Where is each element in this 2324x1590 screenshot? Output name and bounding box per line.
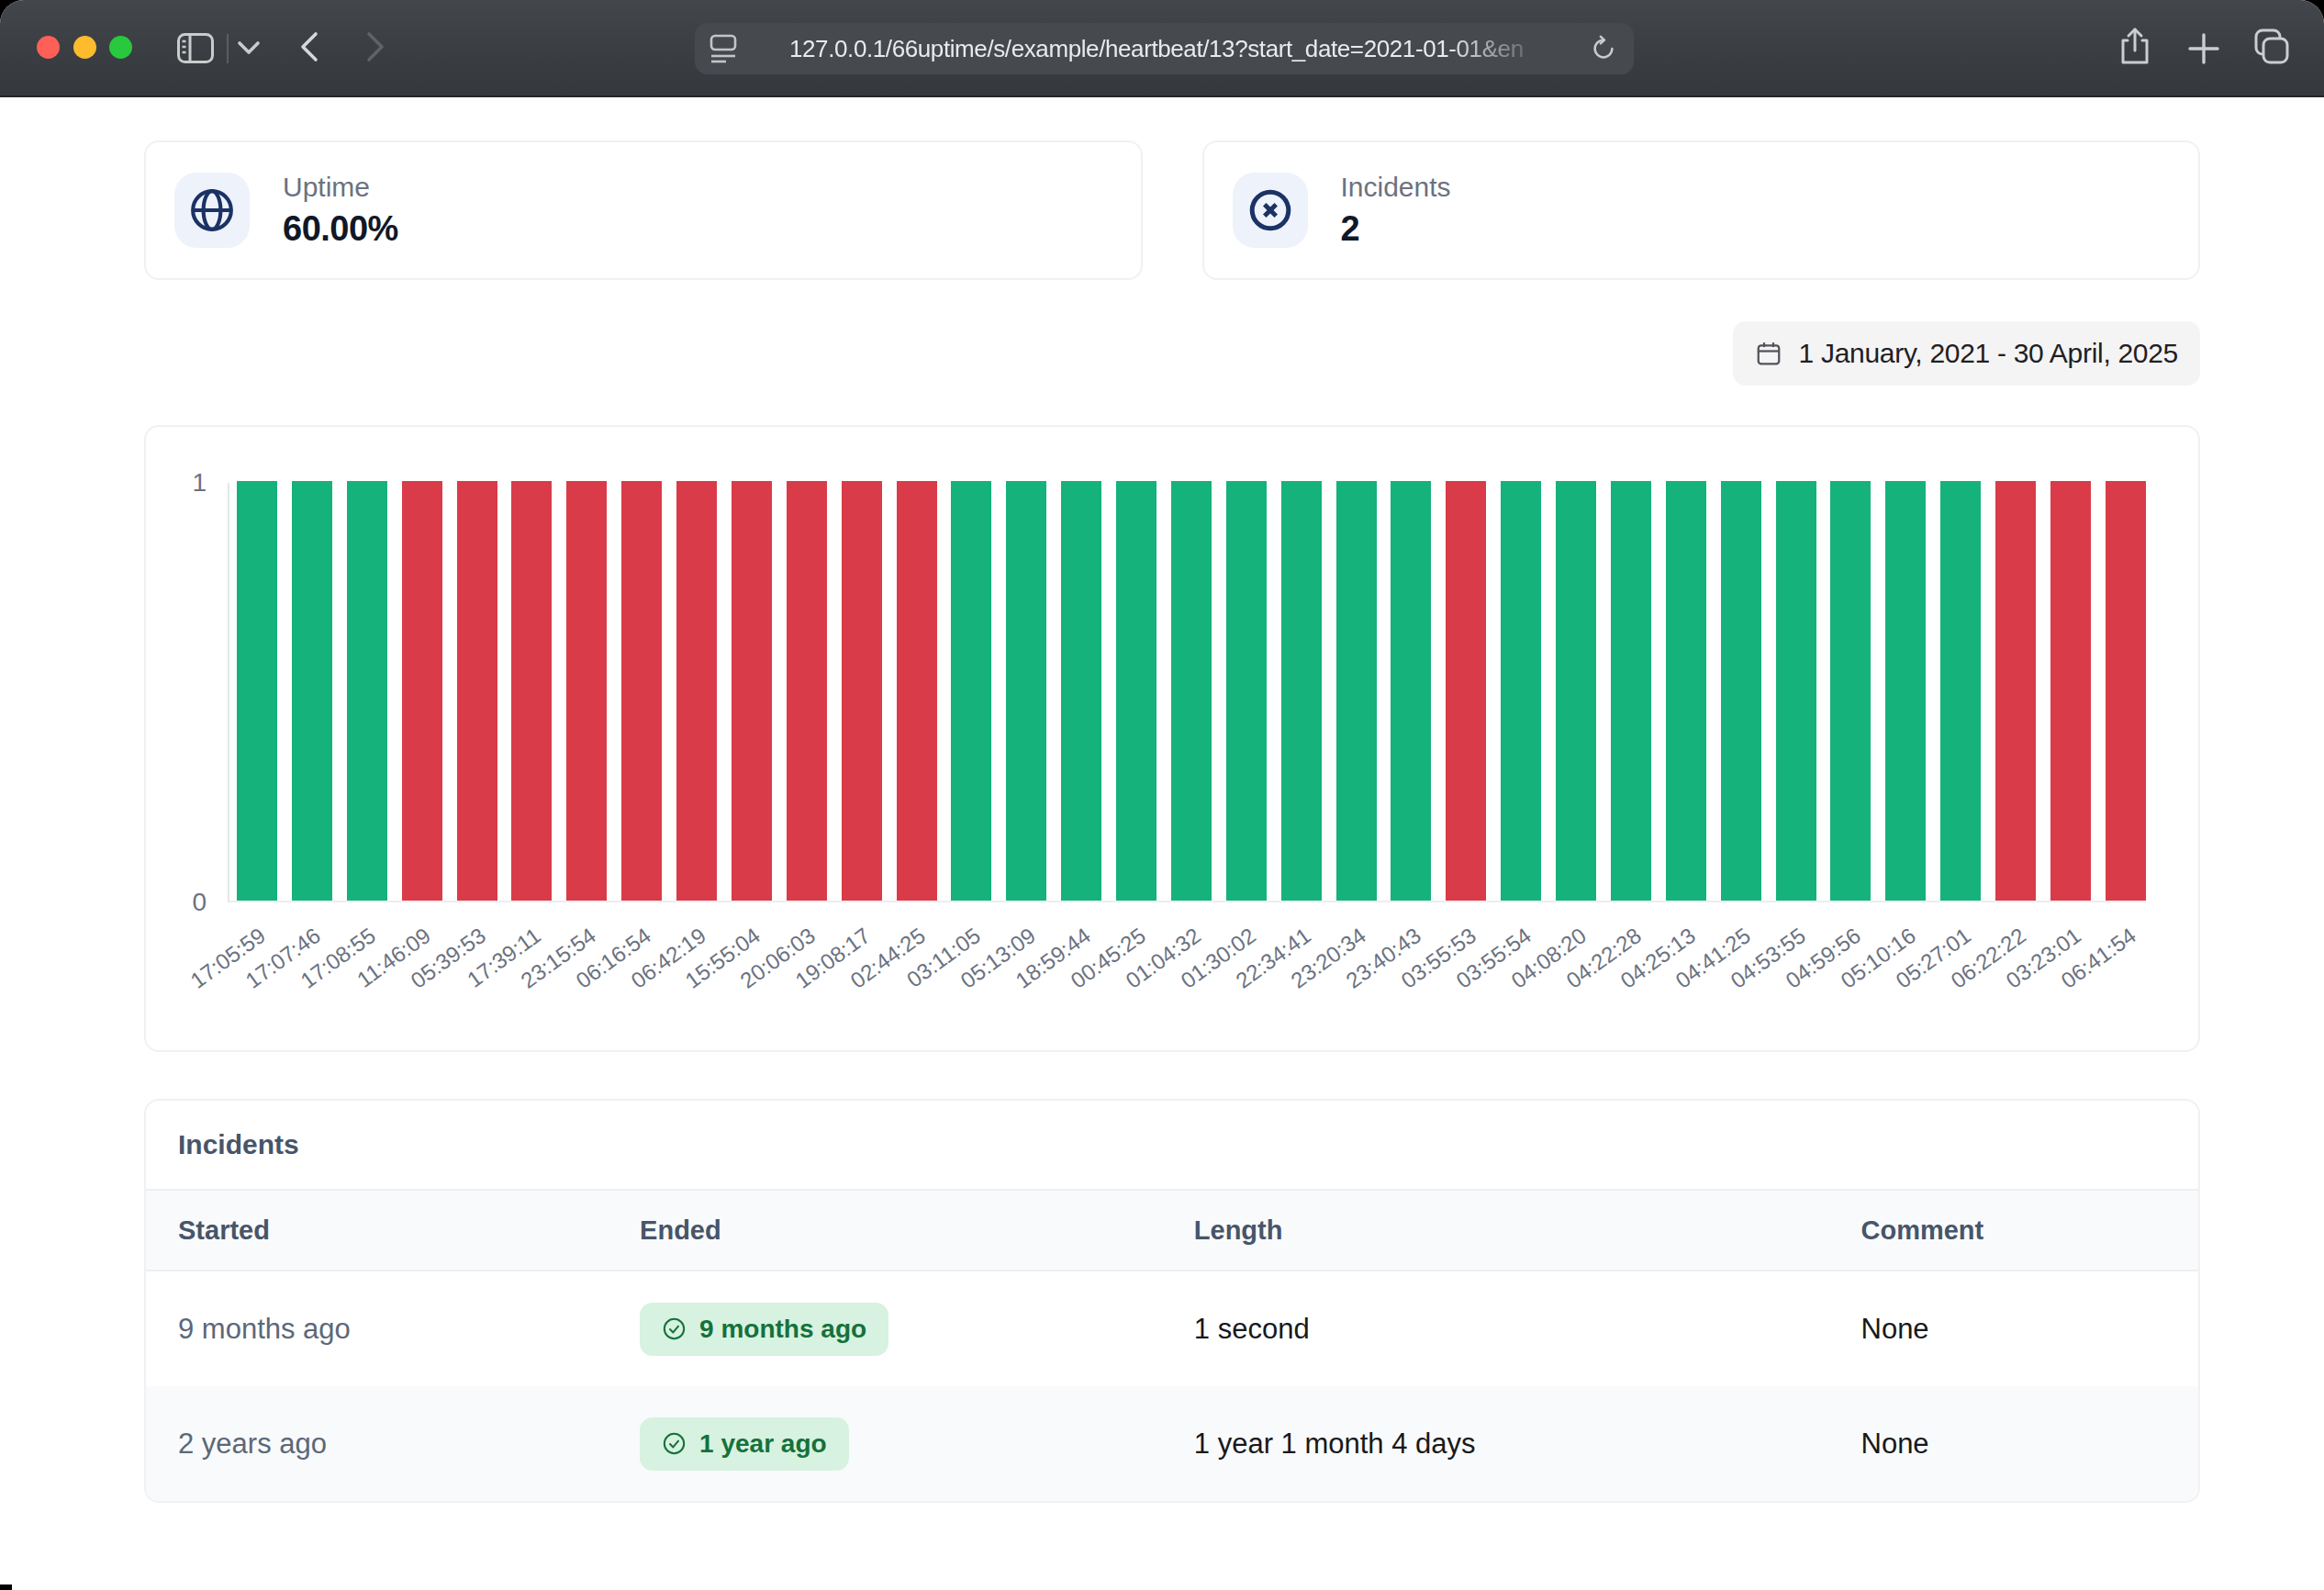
stats-row: Uptime 60.00% Incidents 2 [144,140,2200,280]
new-tab-icon[interactable] [2188,33,2219,64]
close-window-button[interactable] [37,36,60,59]
check-circle-icon [662,1431,687,1456]
incident-row: 2 years ago 1 year ago 1 year 1 month 4 da… [146,1386,2198,1501]
back-icon[interactable] [299,31,319,62]
incident-ended: 1 year ago [608,1386,1162,1501]
table-header-row: StartedEndedLengthComment [146,1190,2198,1271]
incidents-label: Incidents [1341,172,1451,203]
incidents-table-title: Incidents [146,1101,2198,1189]
heartbeat-bar[interactable] [292,481,332,901]
incident-length: 1 year 1 month 4 days [1162,1386,1829,1501]
heartbeat-bar[interactable] [1226,481,1267,901]
ended-badge: 9 months ago [640,1303,888,1356]
uptime-label: Uptime [283,172,398,203]
globe-icon [174,173,250,248]
incidents-card: Incidents 2 [1202,140,2201,280]
incidents-value: 2 [1341,209,1451,249]
browser-toolbar: 127.0.0.1/66uptime/s/example/heartbeat/1… [0,0,2324,97]
address-bar[interactable]: 127.0.0.1/66uptime/s/example/heartbeat/1… [695,23,1634,74]
date-range-label: 1 January, 2021 - 30 April, 2025 [1799,338,2178,369]
heartbeat-bar[interactable] [1776,481,1816,901]
forward-icon[interactable] [365,31,385,62]
tab-overview-icon[interactable] [2254,28,2289,65]
heartbeat-bar[interactable] [237,481,277,901]
heartbeat-bar[interactable] [1721,481,1761,901]
incident-comment: None [1829,1386,2199,1501]
column-header: Length [1162,1190,1829,1271]
minimize-window-button[interactable] [73,36,96,59]
heartbeat-bar[interactable] [347,481,387,901]
incident-started: 2 years ago [146,1386,608,1501]
heartbeat-bar[interactable] [457,481,497,901]
heartbeat-bar[interactable] [2050,481,2091,901]
calendar-icon [1755,340,1782,367]
url-text: 127.0.0.1/66uptime/s/example/heartbeat/1… [789,35,1547,63]
incidents-table-card: Incidents StartedEndedLengthComment 9 mo… [144,1099,2200,1503]
heartbeat-bar[interactable] [1830,481,1871,901]
browser-window: 127.0.0.1/66uptime/s/example/heartbeat/1… [0,0,2324,1590]
uptime-card: Uptime 60.00% [144,140,1143,280]
y-axis-tick-0: 0 [146,888,207,917]
page-settings-icon[interactable] [709,34,741,63]
heartbeat-bar[interactable] [1501,481,1541,901]
incident-started: 9 months ago [146,1271,608,1386]
heartbeat-bar[interactable] [1116,481,1156,901]
column-header: Comment [1829,1190,2199,1271]
incident-ended: 9 months ago [608,1271,1162,1386]
column-header: Started [146,1190,608,1271]
heartbeat-bar[interactable] [787,481,827,901]
heartbeat-bar[interactable] [1171,481,1212,901]
x-circle-icon [1233,173,1308,248]
incident-length: 1 second [1162,1271,1829,1386]
table-body: 9 months ago9 months ago1 secondNone2 ye… [146,1271,2198,1501]
heartbeat-bar[interactable] [1885,481,1926,901]
heartbeat-bar[interactable] [511,481,552,901]
heartbeat-bar[interactable] [732,481,772,901]
heartbeat-bar[interactable] [566,481,607,901]
bar-chart-plot [228,483,2146,902]
heartbeat-bar[interactable] [951,481,991,901]
date-range-row: 1 January, 2021 - 30 April, 2025 [144,321,2200,386]
share-icon[interactable] [2118,27,2151,67]
incident-comment: None [1829,1271,2199,1386]
heartbeat-bar[interactable] [842,481,882,901]
y-axis-tick-1: 1 [146,468,207,498]
toolbar-divider [227,34,229,63]
heartbeat-bar[interactable] [1061,481,1101,901]
incident-row: 9 months ago 9 months ago 1 secondNone [146,1271,2198,1386]
heartbeat-bar[interactable] [1446,481,1486,901]
ended-badge: 1 year ago [640,1417,849,1471]
check-circle-icon [662,1316,687,1341]
incidents-table: StartedEndedLengthComment 9 months ago9 … [146,1189,2198,1501]
heartbeat-bar[interactable] [1995,481,2036,901]
heartbeat-bar[interactable] [621,481,662,901]
heartbeat-bar[interactable] [2106,481,2146,901]
zoom-window-button[interactable] [109,36,132,59]
screen-corner-artifact [0,1584,12,1590]
heartbeat-bar[interactable] [1611,481,1651,901]
heartbeat-bar[interactable] [402,481,442,901]
heartbeat-bar[interactable] [1940,481,1981,901]
heartbeat-bar[interactable] [1391,481,1431,901]
heartbeat-bar[interactable] [1556,481,1596,901]
heartbeat-bar[interactable] [1336,481,1377,901]
date-range-button[interactable]: 1 January, 2021 - 30 April, 2025 [1733,321,2200,386]
column-header: Ended [608,1190,1162,1271]
heartbeat-chart-card: 1 0 17:05:5917:07:4617:08:5511:46:0905:3… [144,425,2200,1052]
heartbeat-bar[interactable] [676,481,717,901]
reload-icon[interactable] [1590,35,1617,62]
sidebar-toggle-icon[interactable] [177,33,214,63]
chevron-down-icon[interactable] [237,40,261,55]
heartbeat-bar[interactable] [1281,481,1322,901]
page-content: Uptime 60.00% Incidents 2 [0,97,2324,1590]
heartbeat-bar[interactable] [1666,481,1706,901]
heartbeat-bar[interactable] [897,481,937,901]
uptime-value: 60.00% [283,209,398,249]
x-axis-labels: 17:05:5917:07:4617:08:5511:46:0905:39:53… [228,923,2146,1047]
heartbeat-bar[interactable] [1006,481,1046,901]
